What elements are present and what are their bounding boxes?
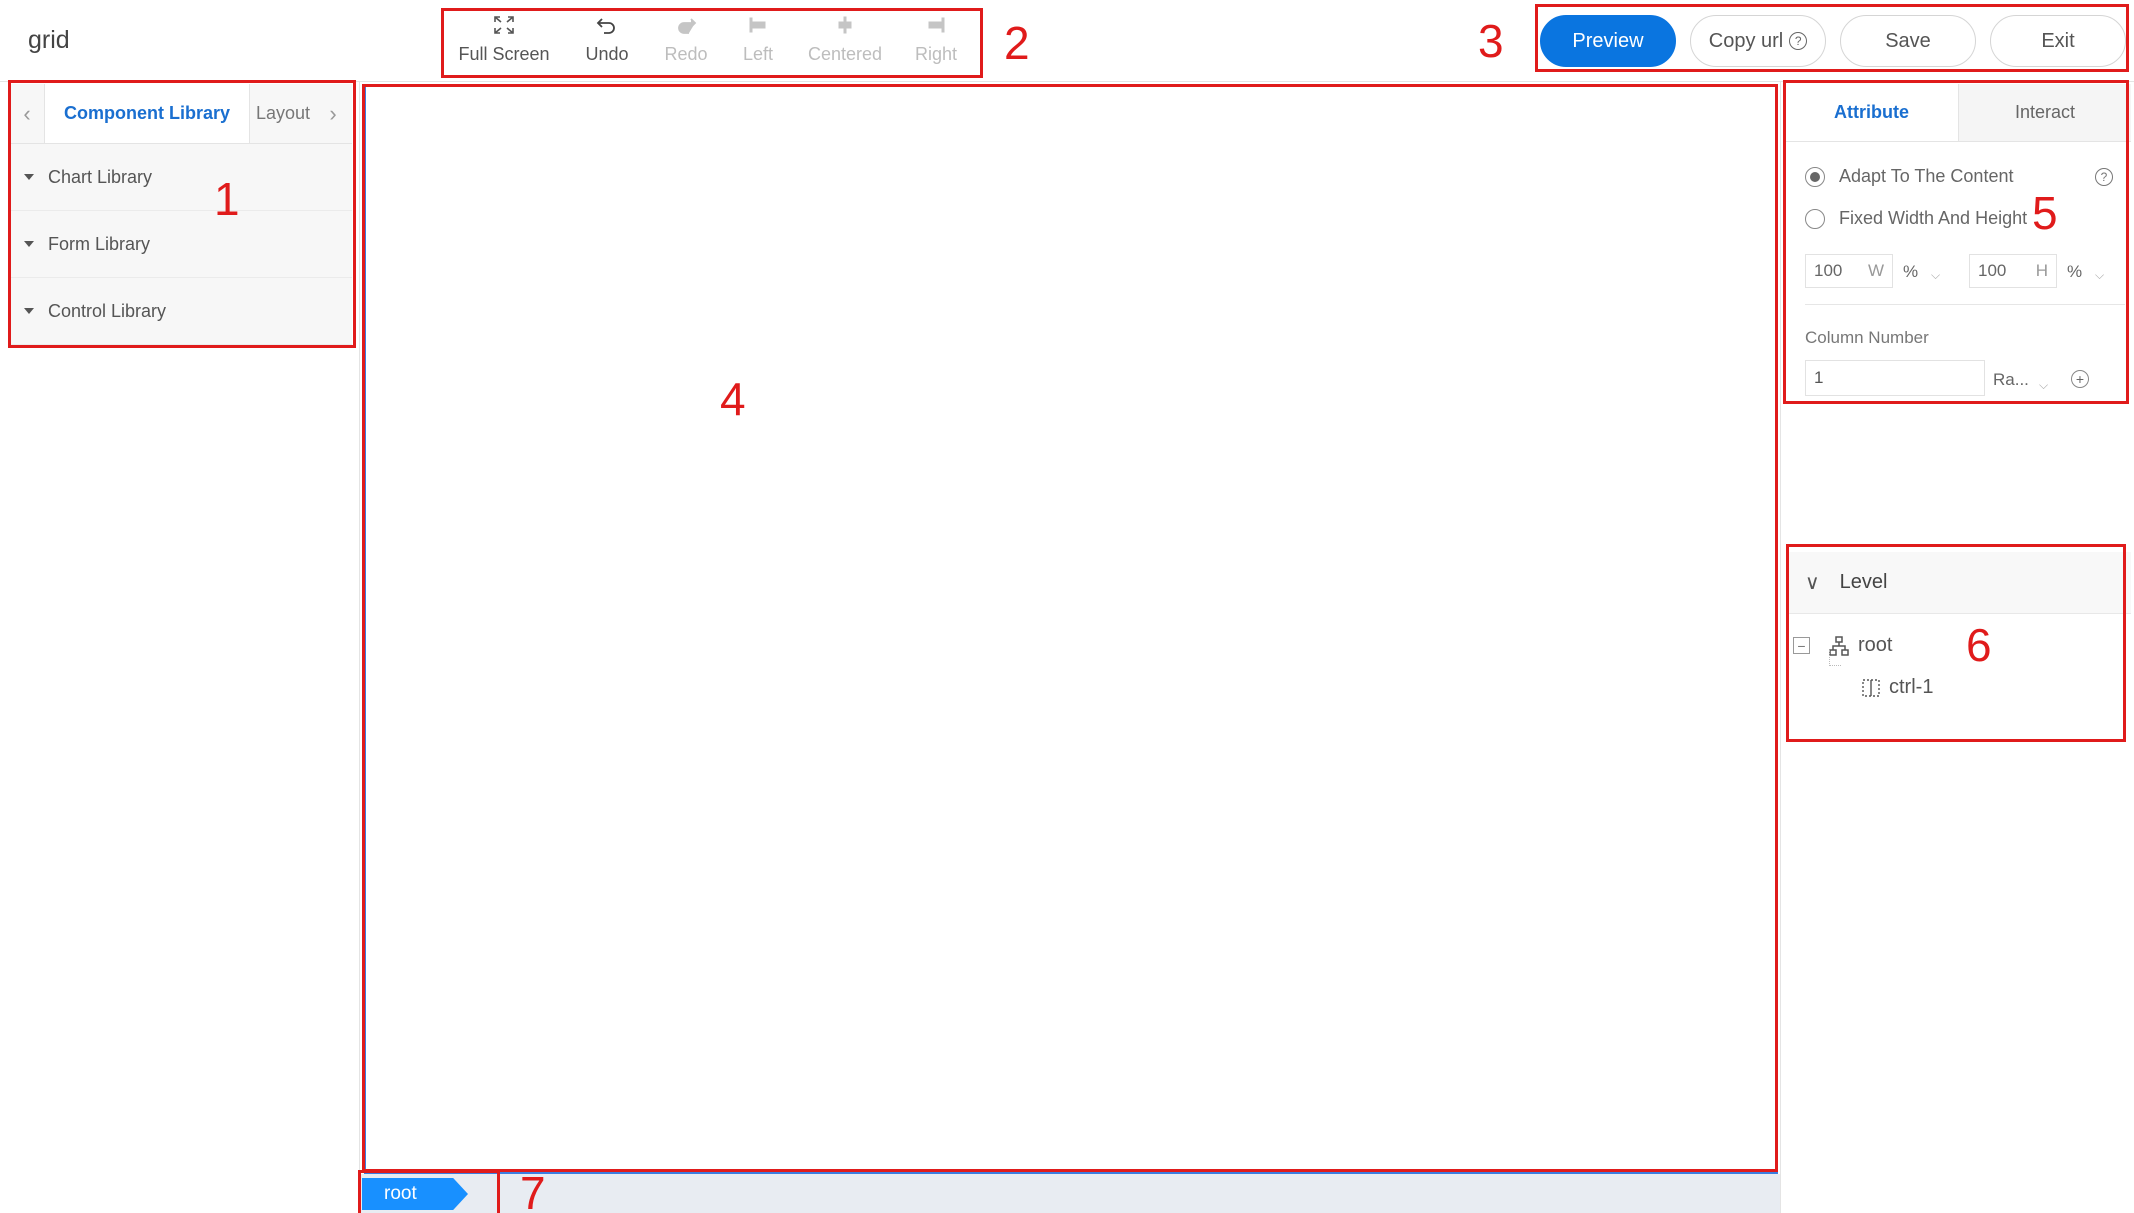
width-input[interactable]: 100 W [1805,254,1893,288]
height-suffix: H [2035,261,2048,280]
fullscreen-button[interactable]: Full Screen [449,8,559,78]
undo-button[interactable]: Undo [559,8,655,78]
library-tabs: ‹ Component Library Layout › [10,84,352,144]
property-tabs: Attribute Interact [1785,84,2131,142]
width-value: 100 [1814,261,1843,280]
library-item-label: Control Library [48,300,167,321]
annotation-number: 2 [1004,17,1030,69]
breadcrumb-root[interactable]: root [362,1178,468,1210]
align-right-icon [928,17,945,33]
height-input[interactable]: 100 H [1969,254,2057,288]
annotation-number: 6 [1966,619,1992,671]
fullscreen-icon [494,16,514,34]
align-center-icon [838,16,852,34]
copy-url-label: Copy url [1708,29,1784,52]
column-number-label: Column Number [1805,328,1929,347]
level-header[interactable]: ∨ Level [1789,552,2131,614]
library-item-chart[interactable]: Chart Library [10,144,352,211]
exit-button[interactable]: Exit [1990,15,2126,67]
library-item-label: Form Library [48,233,151,254]
toolbar: Full Screen Undo Redo Left Centered Righ… [449,8,981,78]
tree-node-root[interactable]: − root [1793,634,1892,657]
column-mode-select[interactable]: Ra... [1993,370,2029,390]
library-item-control[interactable]: Control Library [10,278,352,345]
align-center-label: Centered [807,44,883,64]
annotation-number: 4 [720,373,746,425]
component-panel: ‹ Component Library Layout › Chart Libra… [0,82,360,1213]
column-number-input[interactable]: 1 [1805,360,1985,396]
help-icon[interactable]: ? [2095,168,2113,186]
tab-layout[interactable]: Layout [250,84,316,143]
align-center-button[interactable]: Centered [799,8,891,78]
help-icon[interactable]: ? [1789,32,1808,50]
tab-component-library[interactable]: Component Library [44,84,250,143]
tree-node-label: root [1858,634,1893,656]
radio-label: Adapt To The Content [1839,166,2014,186]
width-suffix: W [1867,261,1884,280]
caret-down-icon [24,174,34,180]
header-actions: Preview Copy url ? Save Exit [1540,15,2126,67]
preview-button[interactable]: Preview [1540,15,1676,67]
chevron-down-icon: ∨ [1805,572,1820,594]
radio-selected-icon [1805,166,1825,187]
tree-node-label: ctrl-1 [1889,676,1934,698]
tabs-prev-icon[interactable]: ‹ [10,84,44,143]
grid-cell-icon [1862,678,1880,697]
radio-unselected-icon [1805,208,1825,229]
height-unit-select[interactable]: % [2067,262,2082,282]
align-right-button[interactable]: Right [891,8,981,78]
chevron-down-icon: ⌵ [2039,378,2049,392]
annotation-number: 1 [214,173,240,225]
library-item-label: Chart Library [48,166,153,187]
level-title: Level [1839,571,1888,593]
tab-attribute[interactable]: Attribute [1785,84,1958,141]
save-button[interactable]: Save [1840,15,1976,67]
collapse-icon[interactable]: − [1793,637,1810,654]
redo-icon [678,18,697,34]
undo-icon [596,18,615,34]
undo-label: Undo [585,44,629,64]
tree-connector [1829,650,1841,666]
radio-fixed-size[interactable]: Fixed Width And Height [1805,208,2027,229]
tab-interact[interactable]: Interact [1958,84,2131,141]
tree-node-ctrl-1[interactable]: ctrl-1 [1861,676,1933,699]
fullscreen-label: Full Screen [458,44,550,64]
copy-url-button[interactable]: Copy url ? [1690,15,1826,67]
align-left-label: Left [742,44,774,64]
divider [1805,304,2125,305]
redo-button[interactable]: Redo [655,8,717,78]
annotation-number: 7 [520,1167,546,1213]
header: grid Full Screen Undo Redo Left Centered… [0,0,2134,82]
width-unit-select[interactable]: % [1903,262,1918,282]
align-left-icon [749,17,766,33]
redo-label: Redo [664,44,708,64]
canvas-area: root [360,82,1780,1213]
add-icon[interactable]: + [2071,370,2089,388]
caret-down-icon [24,241,34,247]
caret-down-icon [24,308,34,314]
app-title: grid [28,26,70,54]
chevron-down-icon: ⌵ [2095,268,2105,282]
annotation-number: 5 [2032,187,2058,239]
level-panel: ∨ Level − root ctrl-1 [1789,552,2131,750]
align-left-button[interactable]: Left [717,8,799,78]
radio-label: Fixed Width And Height [1839,208,2028,228]
chevron-down-icon: ⌵ [1931,268,1941,282]
design-canvas[interactable] [364,84,1778,1174]
annotation-number: 3 [1478,15,1504,67]
library-item-form[interactable]: Form Library [10,211,352,278]
breadcrumb-bar: root [360,1174,1780,1213]
align-right-label: Right [914,44,958,64]
library-list: Chart Library Form Library Control Libra… [10,144,352,345]
property-panel: Attribute Interact Adapt To The Content … [1780,82,2134,1213]
radio-adapt-content[interactable]: Adapt To The Content [1805,166,2013,187]
height-value: 100 [1978,261,2007,280]
tabs-next-icon[interactable]: › [316,84,350,143]
